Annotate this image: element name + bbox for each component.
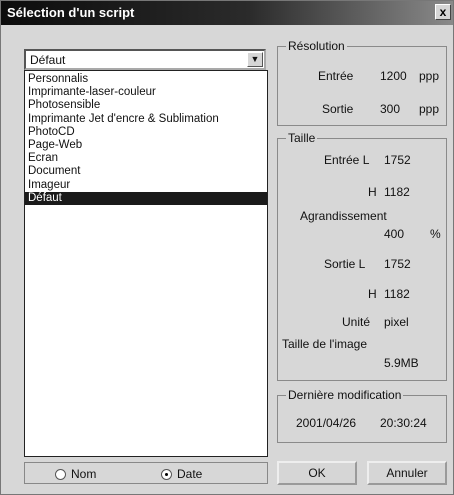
script-list-item[interactable]: Imprimante Jet d'encre & Sublimation: [25, 113, 267, 126]
script-list-item[interactable]: Imageur: [25, 179, 267, 192]
resolution-output-label: Sortie: [322, 102, 354, 116]
script-list-item[interactable]: Document: [25, 165, 267, 178]
title-bar[interactable]: Sélection d'un script x: [1, 1, 453, 25]
ok-button[interactable]: OK: [277, 461, 357, 485]
last-modified-date: 2001/04/26: [296, 416, 357, 430]
sort-by-name-radio[interactable]: Nom: [55, 467, 96, 481]
size-legend: Taille: [286, 131, 318, 145]
size-image-size-label: Taille de l'image: [282, 337, 368, 351]
resolution-output-unit: ppp: [419, 102, 440, 116]
script-list-item[interactable]: Personnalis: [25, 73, 267, 86]
last-modified-legend: Dernière modification: [286, 388, 404, 402]
size-input-l-value: 1752: [384, 153, 411, 167]
size-unit-label: Unité: [342, 315, 371, 329]
dialog-title: Sélection d'un script: [7, 5, 135, 20]
size-output-l-value: 1752: [384, 257, 411, 271]
size-output-h-value: 1182: [384, 287, 410, 301]
dropdown-arrow-button[interactable]: ▼: [247, 52, 263, 67]
script-list-item[interactable]: Ecran: [25, 152, 267, 165]
chevron-down-icon: ▼: [250, 54, 260, 64]
size-enlarge-value: 400: [384, 227, 405, 241]
size-output-l-label: Sortie L: [324, 257, 366, 271]
size-input-l-label: Entrée L: [324, 153, 370, 167]
size-image-size-value: 5.9MB: [384, 356, 419, 370]
close-button[interactable]: x: [435, 4, 451, 20]
cancel-button[interactable]: Annuler: [367, 461, 447, 485]
resolution-group: Résolution Entrée 1200 ppp Sortie 300 pp…: [277, 39, 447, 126]
sort-options: Nom Date: [24, 462, 268, 484]
size-unit-value: pixel: [384, 315, 409, 329]
sort-by-date-radio[interactable]: Date: [161, 467, 202, 481]
script-dropdown-value: Défaut: [30, 53, 66, 67]
script-list[interactable]: Personnalis Imprimante-laser-couleur Photo…: [24, 70, 268, 457]
script-list-item[interactable]: Défaut: [25, 191, 267, 205]
resolution-input-value: 1200: [380, 69, 407, 83]
size-output-h-label: H: [368, 287, 377, 301]
size-group: Taille Entrée L 1752 H 1182 Agrandisseme…: [277, 131, 447, 381]
resolution-input-unit: ppp: [419, 69, 440, 83]
script-list-item[interactable]: Imprimante-laser-couleur: [25, 86, 267, 99]
size-enlarge-unit: %: [430, 227, 441, 241]
script-list-item[interactable]: Page-Web: [25, 139, 267, 152]
resolution-input-label: Entrée: [318, 69, 354, 83]
script-selection-dialog: Sélection d'un script x Défaut ▼ Personn…: [0, 0, 454, 495]
script-list-item[interactable]: Photosensible: [25, 99, 267, 112]
radio-circle-icon: [55, 469, 66, 480]
size-enlarge-label: Agrandissement: [300, 209, 387, 223]
script-list-item[interactable]: PhotoCD: [25, 126, 267, 139]
resolution-output-value: 300: [380, 102, 401, 116]
resolution-legend: Résolution: [286, 39, 347, 53]
sort-by-date-label: Date: [177, 467, 203, 481]
last-modified-time: 20:30:24: [380, 416, 427, 430]
size-input-h-value: 1182: [384, 185, 410, 199]
size-input-h-label: H: [368, 185, 377, 199]
script-dropdown[interactable]: Défaut ▼: [24, 49, 266, 70]
sort-by-name-label: Nom: [71, 467, 97, 481]
radio-circle-icon: [161, 469, 172, 480]
last-modified-group: Dernière modification 2001/04/26 20:30:2…: [277, 388, 447, 443]
